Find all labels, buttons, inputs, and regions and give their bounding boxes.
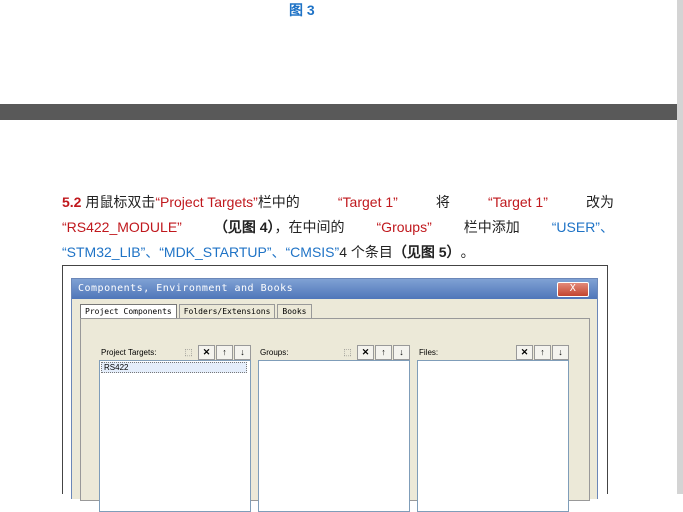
quote-groups: “Groups” [376,219,432,235]
tab-folders-extensions[interactable]: Folders/Extensions [178,304,276,319]
components-dialog: Components, Environment and Books X Proj… [71,278,598,512]
text: 4 个条目 [339,244,393,260]
groups-label: Groups: [260,347,289,357]
project-targets-column: Project Targets: ⬚ ✕ ↑ ↓ RS422 [99,344,251,512]
text: 。 [460,244,475,260]
delete-target-button[interactable]: ✕ [198,344,215,360]
text: 栏中的 [257,194,300,210]
move-down-file-button[interactable]: ↓ [552,344,569,360]
move-down-group-button[interactable]: ↓ [393,344,410,360]
delete-group-button[interactable]: ✕ [357,344,374,360]
text: ，在中间的 [274,219,345,235]
files-column: Files: ✕ ↑ ↓ [417,344,569,512]
quote-target-1: “Target 1” [337,194,398,210]
dialog-tabs: Project Components Folders/Extensions Bo… [80,304,314,319]
instruction-paragraph: 5.2 用鼠标双击“Project Targets”栏中的 “Target 1”… [62,190,614,265]
files-label: Files: [419,347,439,357]
text: 将 [435,194,450,210]
tab-panel: Project Targets: ⬚ ✕ ↑ ↓ RS422 Groups: ⬚… [80,318,590,512]
paragraph-line-1: 5.2 用鼠标双击“Project Targets”栏中的 “Target 1”… [62,190,614,215]
figure-caption: 图 3 [289,2,315,18]
text: 用鼠标双击 [85,194,156,210]
move-down-target-button[interactable]: ↓ [234,344,251,360]
scrollbar[interactable] [677,0,683,494]
project-targets-list[interactable]: RS422 [99,360,251,512]
files-list[interactable] [417,360,569,512]
figure-screenshot: Components, Environment and Books X Proj… [62,265,608,512]
quote-groups-list: “STM32_LIB”、“MDK_STARTUP”、“CMSIS” [62,244,340,260]
quote-project-targets: “Project Targets” [155,194,258,210]
dialog-title: Components, Environment and Books [78,283,294,294]
step-number: 5.2 [62,194,82,210]
figure-ref-4: （见图 4） [213,219,275,235]
figure-ref-5: （见图 5） [392,244,461,260]
list-item[interactable]: RS422 [101,362,247,373]
paragraph-line-2: “RS422_MODULE” （见图 4），在中间的 “Groups” 栏中添加… [62,215,614,240]
paragraph-line-3: “STM32_LIB”、“MDK_STARTUP”、“CMSIS” 4 个条目 … [62,240,614,265]
quote-rs422-module: “RS422_MODULE” [62,219,182,235]
new-target-button[interactable]: ⬚ [180,345,197,360]
groups-list[interactable] [258,360,410,512]
dialog-titlebar: Components, Environment and Books X [72,279,597,299]
move-up-file-button[interactable]: ↑ [534,344,551,360]
groups-column: Groups: ⬚ ✕ ↑ ↓ [258,344,410,512]
text: 改为 [585,194,614,210]
delete-file-button[interactable]: ✕ [516,344,533,360]
move-up-group-button[interactable]: ↑ [375,344,392,360]
previous-page: 图 3 [0,0,677,104]
tab-project-components[interactable]: Project Components [80,304,177,319]
page-separator [0,104,683,120]
close-button[interactable]: X [557,282,589,297]
quote-target-1-b: “Target 1” [487,194,548,210]
project-targets-label: Project Targets: [101,347,157,357]
tab-books[interactable]: Books [277,304,312,319]
new-group-button[interactable]: ⬚ [339,345,356,360]
text: 栏中添加 [463,219,520,235]
quote-user: “USER”、 [551,219,614,235]
move-up-target-button[interactable]: ↑ [216,344,233,360]
